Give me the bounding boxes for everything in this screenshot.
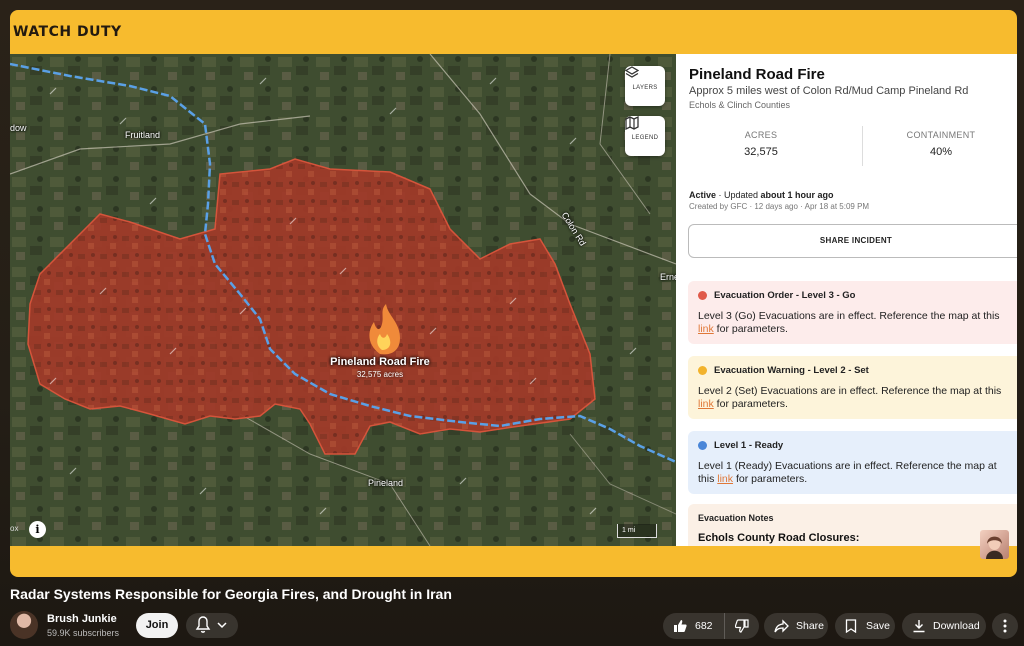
- place-label: Pineland: [368, 478, 404, 488]
- place-label: ox: [10, 524, 19, 533]
- download-label: Download: [933, 620, 980, 632]
- bell-icon: [195, 616, 227, 633]
- share-label: Share: [796, 620, 825, 632]
- incident-title: Pineland Road Fire: [689, 66, 825, 83]
- incident-location: Approx 5 miles west of Colon Rd/Mud Camp…: [689, 85, 969, 97]
- info-icon[interactable]: i: [29, 521, 46, 538]
- bookmark-icon: [845, 619, 857, 633]
- alert-text-a: Level 2 (Set) Evacuations are in effect.…: [698, 385, 1002, 397]
- download-button[interactable]: Download: [902, 613, 986, 639]
- like-dislike-group: 682: [663, 613, 759, 639]
- containment-value: 40%: [929, 146, 953, 158]
- alert-link[interactable]: link: [698, 323, 714, 335]
- channel-name[interactable]: Brush Junkie: [47, 613, 117, 625]
- share-incident-button[interactable]: SHARE INCIDENT: [688, 224, 1017, 258]
- watch-duty-logo: WATCH DUTY: [13, 24, 122, 40]
- alert-text: Level 3 (Go) Evacuations are in effect. …: [698, 310, 1014, 336]
- thumbs-down-icon: [735, 619, 749, 633]
- like-count: 682: [695, 620, 713, 632]
- acres-value: 32,575: [744, 146, 778, 158]
- notes-content: Echols County Road Closures:: [698, 532, 860, 544]
- subscriber-count: 59.9K subscribers: [47, 628, 120, 638]
- more-actions-button[interactable]: [992, 613, 1018, 639]
- alert-card-level-1: Level 1 - Ready Level 1 (Ready) Evacuati…: [688, 431, 1017, 494]
- alert-text: Level 1 (Ready) Evacuations are in effec…: [698, 460, 1014, 486]
- video-player[interactable]: WATCH DUTY LAYERS LEGEND Fruitland Colon…: [10, 10, 1017, 577]
- legend-button[interactable]: LEGEND: [625, 116, 665, 156]
- save-button[interactable]: Save: [835, 613, 895, 639]
- save-label: Save: [866, 620, 890, 632]
- share-button[interactable]: Share: [764, 613, 828, 639]
- dislike-button[interactable]: [725, 613, 759, 639]
- video-title: Radar Systems Responsible for Georgia Fi…: [10, 586, 452, 602]
- incident-stats: ACRES 32,575 CONTAINMENT 40%: [676, 122, 1017, 172]
- evacuation-notes: Evacuation Notes Echols County Road Clos…: [688, 504, 1017, 546]
- incident-panel: Pineland Road Fire Approx 5 miles west o…: [676, 54, 1017, 546]
- notifications-button[interactable]: [186, 613, 238, 638]
- acres-label: ACRES: [744, 130, 778, 140]
- alert-title: Evacuation Order - Level 3 - Go: [714, 290, 856, 301]
- red-dot-icon: [698, 291, 707, 300]
- layers-icon: [625, 66, 639, 78]
- alert-link[interactable]: link: [717, 473, 733, 485]
- layers-label: LAYERS: [632, 84, 658, 91]
- like-button[interactable]: 682: [663, 613, 725, 639]
- fire-map[interactable]: LAYERS LEGEND Fruitland Colon Rd Erne Pi…: [10, 54, 676, 546]
- status-active: Active: [689, 190, 717, 200]
- containment-stat: CONTAINMENT 40%: [866, 130, 1016, 158]
- incident-created: Created by GFC · 12 days ago · Apr 18 at…: [689, 202, 870, 211]
- alert-text: Level 2 (Set) Evacuations are in effect.…: [698, 385, 1014, 411]
- acres-stat: ACRES 32,575: [676, 130, 846, 158]
- yellow-dot-icon: [698, 366, 707, 375]
- notes-title: Evacuation Notes: [698, 513, 774, 523]
- join-button[interactable]: Join: [136, 613, 178, 638]
- alert-link[interactable]: link: [698, 398, 714, 410]
- status-separator: · Updated: [716, 190, 761, 200]
- legend-label: LEGEND: [631, 134, 659, 141]
- share-icon: [774, 619, 789, 633]
- map-icon: [625, 116, 639, 130]
- alert-title: Evacuation Warning - Level 2 - Set: [714, 365, 869, 376]
- channel-avatar[interactable]: [10, 611, 38, 639]
- presenter-webcam: [980, 530, 1009, 559]
- stats-divider: [862, 126, 863, 166]
- alert-text-b: for parameters.: [713, 398, 788, 410]
- alert-text-a: Level 3 (Go) Evacuations are in effect. …: [698, 310, 1000, 322]
- containment-label: CONTAINMENT: [906, 130, 976, 140]
- place-label: Erne: [660, 272, 676, 282]
- status-updated: about 1 hour ago: [760, 190, 834, 200]
- alert-card-level-3: Evacuation Order - Level 3 - Go Level 3 …: [688, 281, 1017, 344]
- layers-button[interactable]: LAYERS: [625, 66, 665, 106]
- place-label: Fruitland: [125, 130, 161, 140]
- download-icon: [913, 620, 925, 633]
- incident-status: Active · Updated about 1 hour ago: [689, 190, 834, 200]
- incident-counties: Echols & Clinch Counties: [689, 100, 791, 110]
- thumbs-up-icon: [674, 620, 687, 632]
- place-label: dow: [10, 123, 27, 133]
- fire-map-label[interactable]: Pineland Road Fire: [310, 356, 450, 368]
- alert-title: Level 1 - Ready: [714, 440, 784, 451]
- map-canvas: [10, 54, 676, 546]
- alert-text-b: for parameters.: [713, 323, 788, 335]
- more-icon: [1003, 619, 1007, 633]
- alert-text-b: for parameters.: [733, 473, 808, 485]
- fire-map-acres: 32,575 acres: [356, 370, 404, 379]
- map-scale: 1 mi: [617, 524, 657, 538]
- alert-card-level-2: Evacuation Warning - Level 2 - Set Level…: [688, 356, 1017, 419]
- blue-dot-icon: [698, 441, 707, 450]
